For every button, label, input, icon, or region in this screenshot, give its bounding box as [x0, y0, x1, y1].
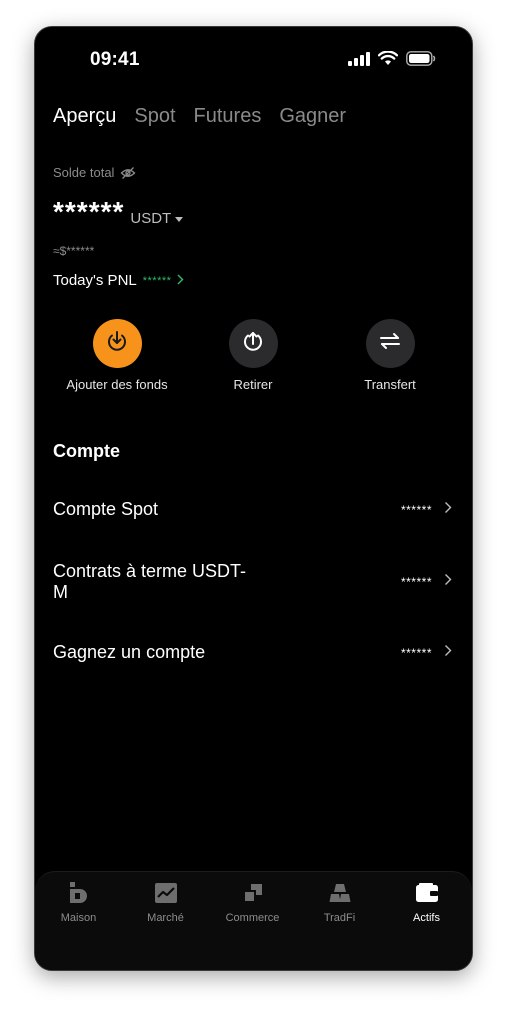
tab-futures[interactable]: Futures	[194, 105, 262, 128]
account-name: Contrats à terme USDT- M	[53, 561, 247, 602]
account-right: ******	[401, 501, 452, 519]
nav-label: Marché	[147, 912, 184, 924]
battery-icon	[406, 51, 436, 71]
account-right: ******	[401, 573, 452, 591]
wifi-icon	[377, 50, 399, 71]
status-time: 09:41	[90, 49, 140, 70]
currency-label: USDT	[130, 210, 172, 227]
balance-label: Solde total	[53, 165, 136, 180]
transfer-button[interactable]: Transfert	[320, 319, 460, 392]
wallet-icon	[414, 880, 440, 906]
market-chart-icon	[153, 880, 179, 906]
account-name: Gagnez un compte	[53, 642, 206, 662]
nav-label: TradFi	[323, 912, 356, 924]
signal-icon	[348, 51, 370, 71]
nav-item-actifs[interactable]: Actifs	[383, 880, 470, 924]
withdraw-label: Retirer	[233, 377, 273, 392]
account-name: Compte Spot	[53, 499, 159, 519]
chevron-right-icon	[444, 644, 452, 662]
upload-icon	[241, 329, 265, 358]
balance-value: ******	[53, 196, 125, 227]
status-bar: 09:41	[35, 27, 472, 91]
phone-screen: 09:41 Aperçu Spot Futures Gagner Solde t…	[34, 26, 473, 971]
tab-spot[interactable]: Spot	[134, 105, 175, 128]
bottom-nav: Maison Marché Commerce TradFi Actifs	[35, 871, 472, 970]
currency-selector[interactable]: USDT	[130, 210, 184, 227]
add-funds-label: Ajouter des fonds	[66, 377, 168, 392]
todays-pnl[interactable]: Today's PNL ******	[53, 272, 184, 289]
chevron-right-icon	[444, 501, 452, 519]
chevron-right-icon	[444, 573, 452, 591]
account-value: ******	[400, 575, 432, 589]
transfer-label: Transfert	[364, 377, 416, 392]
tab-apercu[interactable]: Aperçu	[53, 105, 116, 128]
balance-approx: ≈$******	[53, 244, 95, 258]
home-logo-icon	[66, 880, 92, 906]
gold-bars-icon	[327, 880, 353, 906]
nav-item-marche[interactable]: Marché	[122, 880, 209, 924]
balance-label-text: Solde total	[53, 165, 115, 180]
transfer-icon	[379, 332, 401, 355]
action-circle	[228, 319, 278, 368]
add-funds-button[interactable]: Ajouter des fonds	[47, 319, 187, 392]
account-row-spot[interactable]: Compte Spot ******	[53, 499, 452, 520]
caret-down-icon	[175, 210, 184, 227]
withdraw-button[interactable]: Retirer	[183, 319, 323, 392]
nav-label: Commerce	[225, 912, 280, 924]
pnl-label: Today's PNL	[53, 272, 137, 289]
account-value: ******	[400, 502, 432, 517]
pnl-value: ******	[142, 274, 172, 287]
nav-item-commerce[interactable]: Commerce	[209, 880, 296, 924]
trade-icon	[240, 880, 266, 906]
eye-hidden-icon[interactable]	[120, 166, 136, 180]
nav-label: Actifs	[413, 912, 440, 924]
account-row-futures[interactable]: Contrats à terme USDT- M ******	[53, 561, 452, 603]
nav-label: Maison	[60, 912, 97, 924]
action-circle	[365, 319, 415, 368]
chevron-right-icon	[177, 272, 184, 289]
nav-item-tradfi[interactable]: TradFi	[296, 880, 383, 924]
account-row-earn[interactable]: Gagnez un compte ******	[53, 642, 452, 663]
tab-gagner[interactable]: Gagner	[279, 105, 346, 128]
nav-item-maison[interactable]: Maison	[35, 880, 122, 924]
action-circle	[92, 319, 142, 368]
account-value: ******	[400, 645, 432, 660]
download-icon	[105, 329, 129, 358]
section-title: Compte	[53, 441, 120, 461]
balance-row: ****** USDT	[53, 196, 184, 227]
account-right: ******	[401, 644, 452, 662]
status-icons	[348, 50, 436, 71]
top-tabs: Aperçu Spot Futures Gagner	[53, 105, 346, 128]
